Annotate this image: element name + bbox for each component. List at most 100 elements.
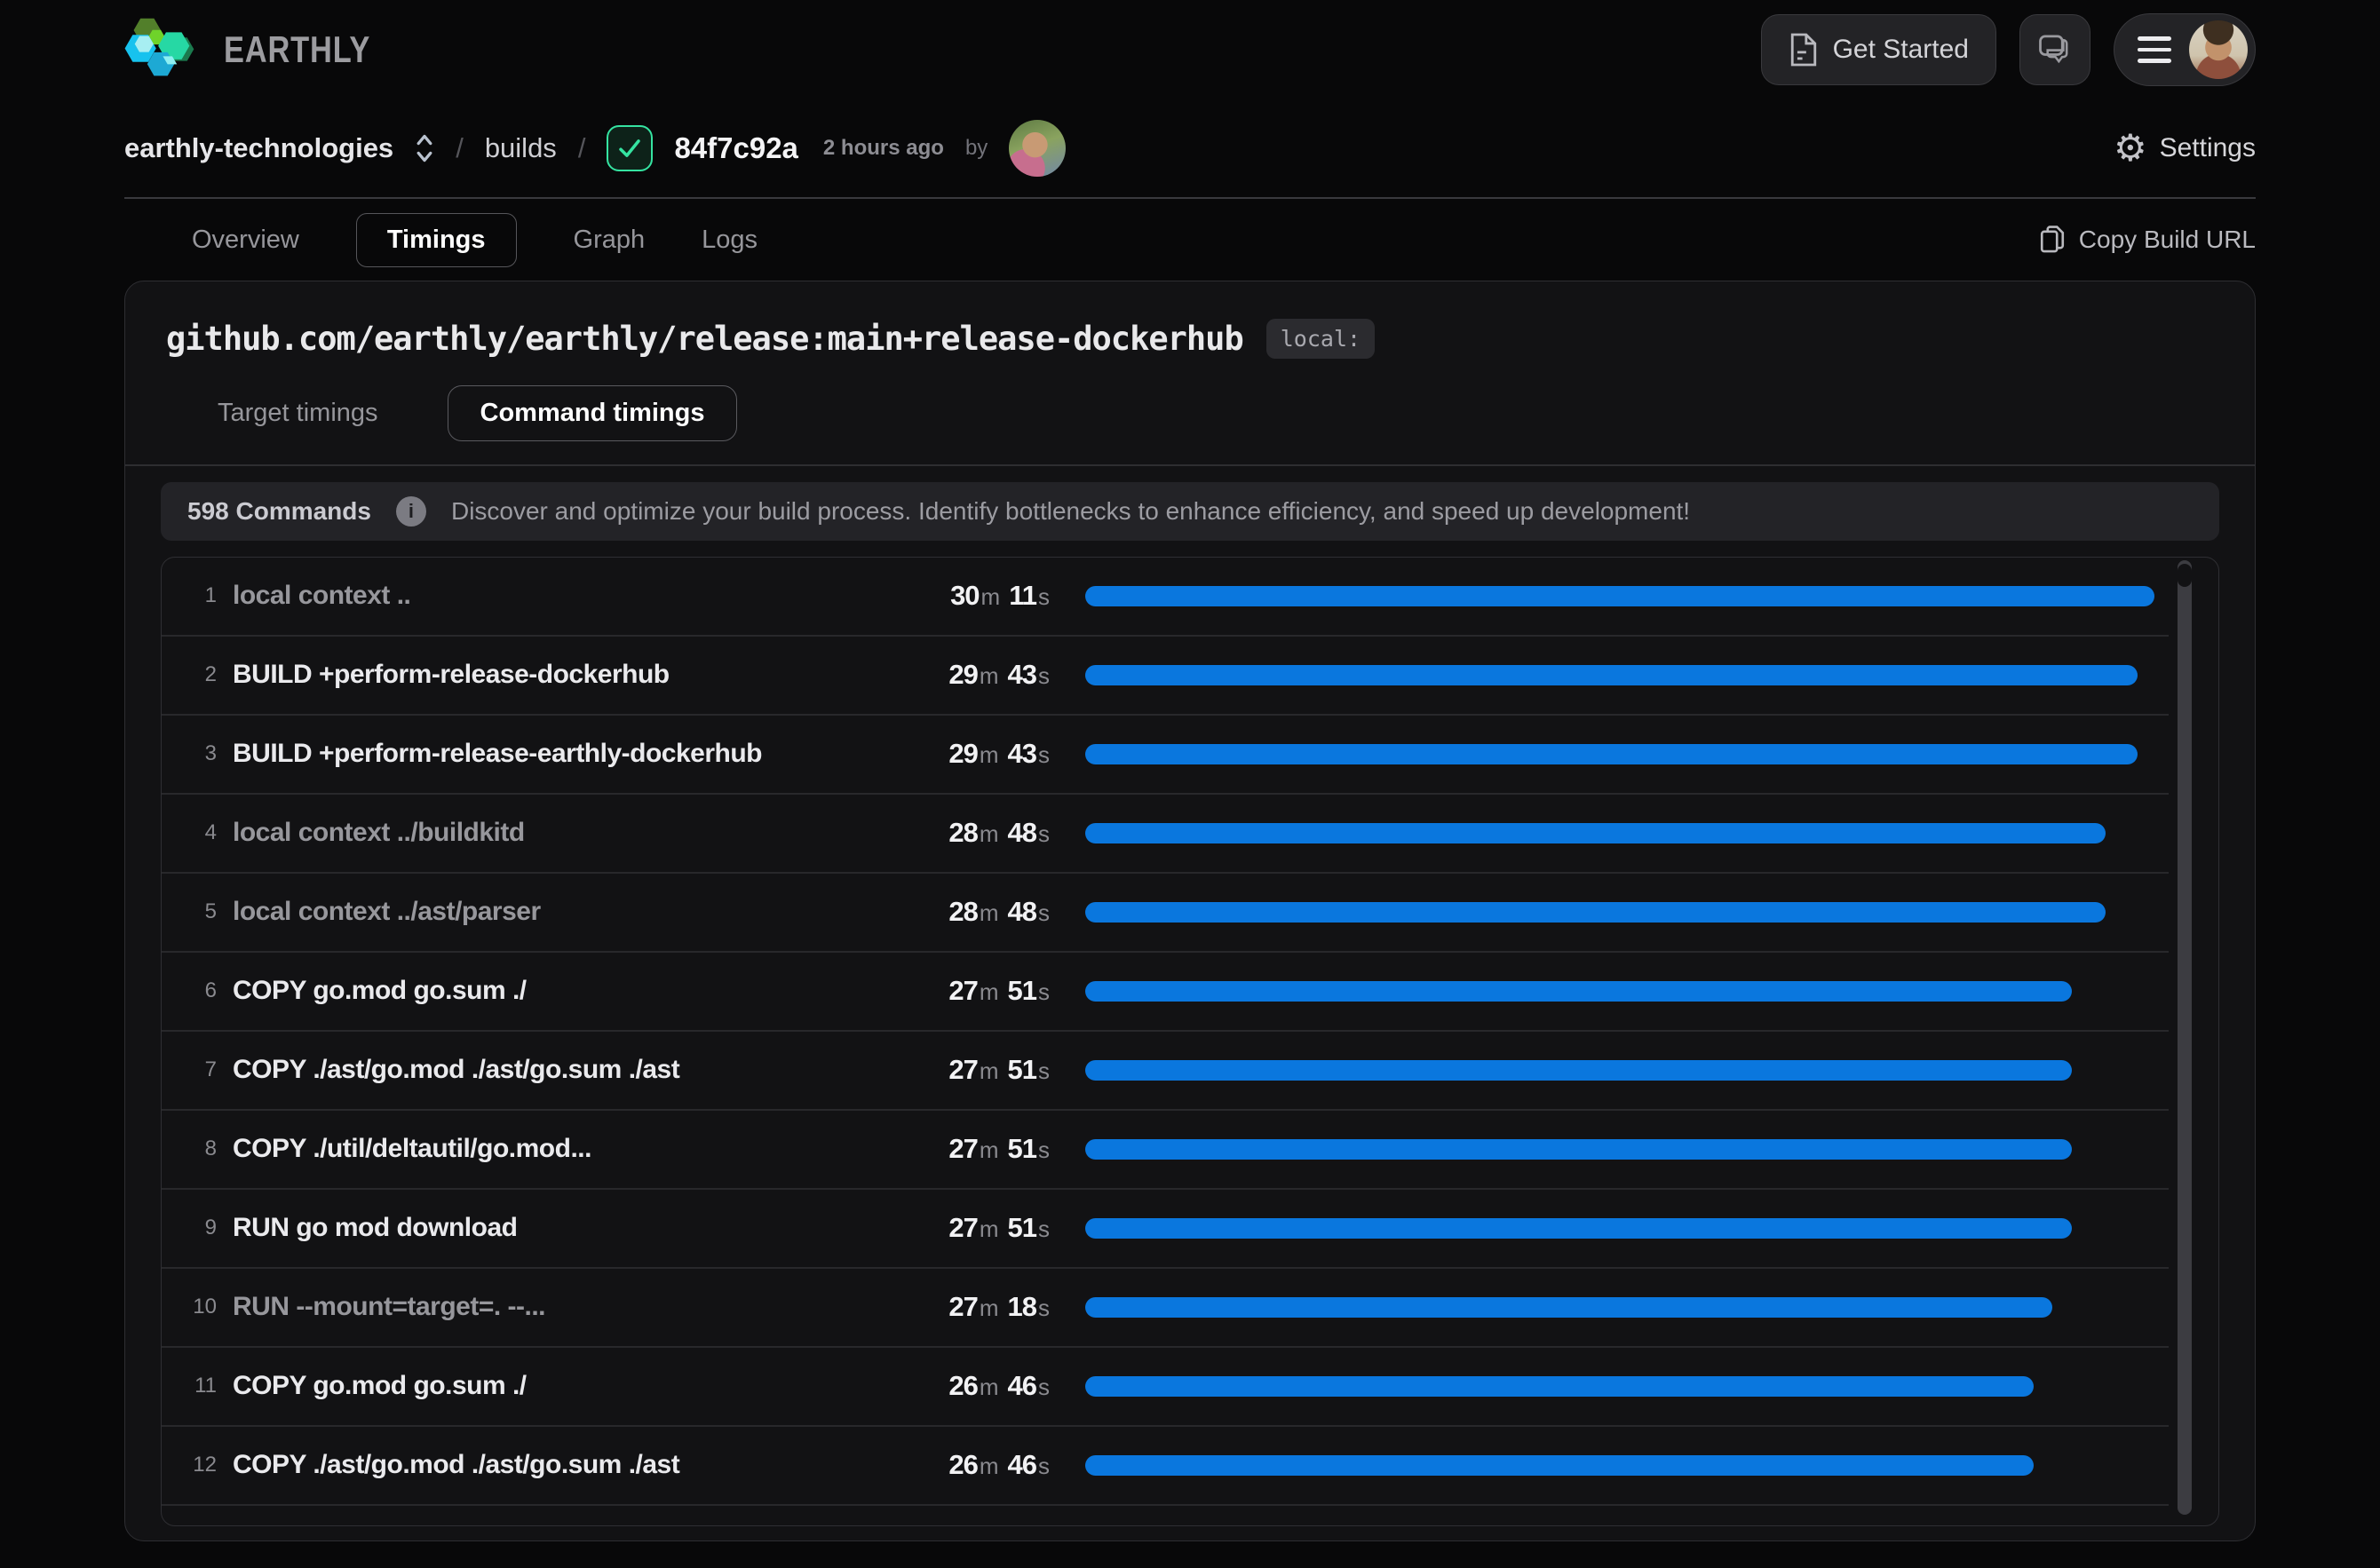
build-time-ago: 2 hours ago bbox=[823, 136, 944, 161]
command-time: 27m51s bbox=[899, 1212, 1050, 1244]
command-label: RUN go mod download bbox=[233, 1213, 899, 1243]
command-label: BUILD +perform-release-dockerhub bbox=[233, 660, 899, 690]
command-bar-area bbox=[1085, 1455, 2154, 1476]
build-author-avatar bbox=[1009, 120, 1066, 177]
command-bar bbox=[1085, 744, 2138, 764]
commands-info-bar: 598 Commands i Discover and optimize you… bbox=[161, 482, 2219, 541]
info-message: Discover and optimize your build process… bbox=[451, 497, 1690, 526]
tab-logs[interactable]: Logs bbox=[702, 226, 758, 255]
row-number: 1 bbox=[185, 583, 217, 608]
command-row[interactable]: 10 RUN --mount=target=. --... 27m18s bbox=[162, 1269, 2169, 1348]
breadcrumb-separator: / bbox=[456, 132, 464, 164]
hamburger-icon bbox=[2138, 36, 2171, 63]
command-label: COPY go.mod go.sum ./ bbox=[233, 1371, 899, 1401]
command-bar bbox=[1085, 1376, 2034, 1397]
command-bar bbox=[1085, 1060, 2072, 1081]
gear-icon: ⚙ bbox=[2114, 130, 2147, 167]
command-row[interactable]: 5 local context ../ast/parser 28m48s bbox=[162, 874, 2169, 953]
subtab-command-timings[interactable]: Command timings bbox=[448, 385, 738, 441]
tab-graph[interactable]: Graph bbox=[574, 226, 646, 255]
command-bar bbox=[1085, 902, 2106, 923]
chat-icon bbox=[2035, 30, 2075, 69]
row-number: 6 bbox=[185, 978, 217, 1003]
command-row[interactable]: 8 COPY ./util/deltautil/go.mod... 27m51s bbox=[162, 1111, 2169, 1190]
row-number: 8 bbox=[185, 1136, 217, 1161]
command-time: 27m51s bbox=[899, 1133, 1050, 1165]
command-bar-area bbox=[1085, 1139, 2154, 1160]
command-bar-area bbox=[1085, 1218, 2154, 1239]
row-number: 4 bbox=[185, 820, 217, 845]
build-id[interactable]: 84f7c92a bbox=[674, 131, 797, 165]
list-scrollbar[interactable] bbox=[2178, 560, 2192, 1515]
document-icon bbox=[1789, 32, 1819, 67]
command-time: 27m51s bbox=[899, 975, 1050, 1007]
row-number: 7 bbox=[185, 1057, 217, 1082]
tabs-row: Overview Timings Graph Logs Copy Build U… bbox=[124, 199, 2256, 281]
subtabs-divider bbox=[125, 464, 2255, 466]
command-time: 29m43s bbox=[899, 738, 1050, 770]
check-icon bbox=[616, 135, 643, 162]
command-bar bbox=[1085, 981, 2072, 1002]
row-number: 10 bbox=[185, 1295, 217, 1319]
command-label: local context ../ast/parser bbox=[233, 897, 899, 927]
command-bar bbox=[1085, 823, 2106, 843]
timings-subtabs: Target timings Command timings bbox=[161, 385, 2219, 441]
command-row[interactable]: 2 BUILD +perform-release-dockerhub 29m43… bbox=[162, 637, 2169, 716]
build-author-label: by bbox=[965, 136, 988, 161]
command-time: 30m11s bbox=[899, 580, 1050, 612]
org-name[interactable]: earthly-technologies bbox=[124, 132, 393, 164]
row-number: 3 bbox=[185, 741, 217, 766]
command-label: local context ../buildkitd bbox=[233, 818, 899, 848]
command-bar-area bbox=[1085, 823, 2154, 843]
command-bar-area bbox=[1085, 902, 2154, 923]
copy-build-url-label: Copy Build URL bbox=[2079, 226, 2256, 254]
info-icon: i bbox=[396, 496, 426, 527]
scrollbar-thumb[interactable] bbox=[2178, 564, 2192, 587]
command-row[interactable]: 9 RUN go mod download 27m51s bbox=[162, 1190, 2169, 1269]
command-row[interactable]: 4 local context ../buildkitd 28m48s bbox=[162, 795, 2169, 874]
brand-wordmark: EARTHLY bbox=[224, 28, 370, 71]
tab-overview[interactable]: Overview bbox=[192, 226, 299, 255]
builds-link[interactable]: builds bbox=[485, 132, 557, 164]
tab-timings[interactable]: Timings bbox=[356, 213, 517, 267]
command-label: COPY go.mod go.sum ./ bbox=[233, 976, 899, 1006]
breadcrumb-row: earthly-technologies / builds / 84f7c92a… bbox=[124, 99, 2256, 197]
earthly-logo-icon bbox=[124, 11, 202, 89]
command-bar bbox=[1085, 1139, 2072, 1160]
get-started-label: Get Started bbox=[1833, 35, 1969, 65]
timings-card: github.com/earthly/earthly/release:main+… bbox=[124, 281, 2256, 1541]
breadcrumb: earthly-technologies / builds / 84f7c92a… bbox=[124, 120, 1066, 177]
command-label: COPY ./ast/go.mod ./ast/go.sum ./ast bbox=[233, 1055, 899, 1085]
command-bar-area bbox=[1085, 1297, 2154, 1318]
command-time: 26m46s bbox=[899, 1370, 1050, 1402]
earthly-logo[interactable]: EARTHLY bbox=[124, 11, 402, 89]
commands-count: 598 Commands bbox=[187, 497, 371, 526]
get-started-button[interactable]: Get Started bbox=[1761, 14, 1996, 85]
command-label: local context .. bbox=[233, 581, 899, 611]
command-bar bbox=[1085, 586, 2154, 606]
command-list-box: 1 local context .. 30m11s 2 BUILD +perfo… bbox=[161, 557, 2219, 1526]
user-menu-button[interactable] bbox=[2114, 13, 2256, 86]
command-bar bbox=[1085, 1297, 2052, 1318]
command-row[interactable]: 11 COPY go.mod go.sum ./ 26m46s bbox=[162, 1348, 2169, 1427]
row-number: 2 bbox=[185, 662, 217, 687]
command-row[interactable]: 12 COPY ./ast/go.mod ./ast/go.sum ./ast … bbox=[162, 1427, 2169, 1506]
command-bar-area bbox=[1085, 665, 2154, 685]
page: EARTHLY Get Started bbox=[0, 0, 2380, 1568]
command-row[interactable]: 1 local context .. 30m11s bbox=[162, 558, 2169, 637]
build-target-title: github.com/earthly/earthly/release:main+… bbox=[166, 320, 1243, 358]
user-avatar bbox=[2189, 20, 2248, 79]
command-row[interactable]: 6 COPY go.mod go.sum ./ 27m51s bbox=[162, 953, 2169, 1032]
command-label: RUN --mount=target=. --... bbox=[233, 1292, 899, 1322]
chat-button[interactable] bbox=[2019, 14, 2090, 85]
command-row[interactable]: 3 BUILD +perform-release-earthly-dockerh… bbox=[162, 716, 2169, 795]
org-switcher-icon[interactable] bbox=[415, 131, 434, 165]
command-bar bbox=[1085, 1455, 2034, 1476]
command-row[interactable]: 7 COPY ./ast/go.mod ./ast/go.sum ./ast 2… bbox=[162, 1032, 2169, 1111]
settings-label: Settings bbox=[2160, 133, 2256, 163]
copy-build-url-button[interactable]: Copy Build URL bbox=[2038, 225, 2256, 255]
command-list: 1 local context .. 30m11s 2 BUILD +perfo… bbox=[162, 558, 2169, 1506]
breadcrumb-separator: / bbox=[578, 132, 586, 164]
settings-button[interactable]: ⚙ Settings bbox=[2114, 130, 2256, 167]
subtab-target-timings[interactable]: Target timings bbox=[218, 399, 378, 428]
